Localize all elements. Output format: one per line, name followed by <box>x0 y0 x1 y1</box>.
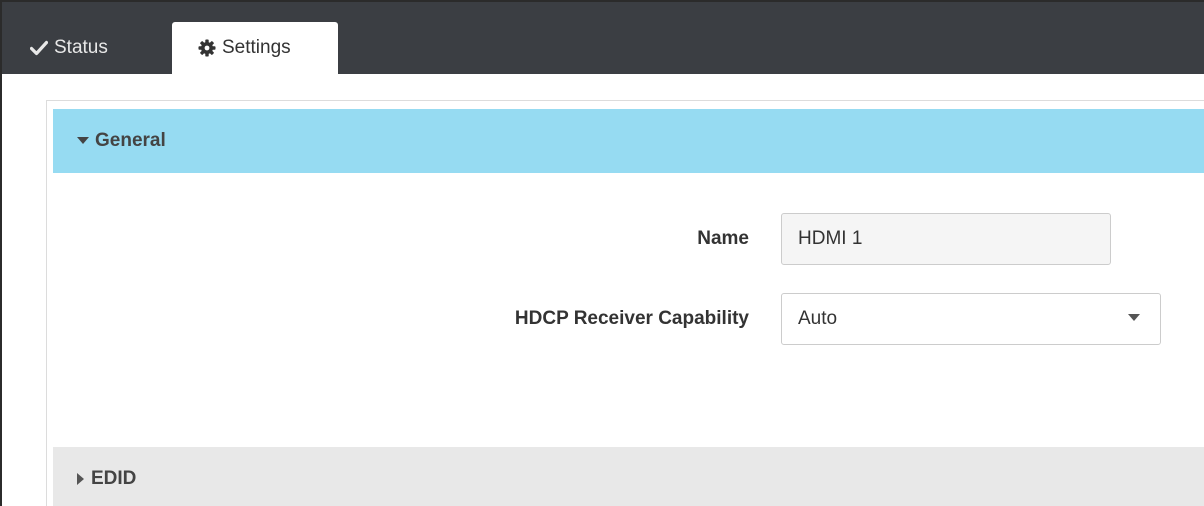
tab-settings-label: Settings <box>222 37 291 58</box>
settings-panel: General Name HDCP Receiver Capability Au… <box>46 100 1204 506</box>
tab-bar: Status Settings <box>2 2 1204 74</box>
general-section-title: General <box>95 130 166 151</box>
hdcp-label: HDCP Receiver Capability <box>514 308 749 329</box>
edid-section-title: EDID <box>91 468 137 489</box>
app-frame: Status Settings General Name HDMI 1 HDCP… <box>0 0 1204 506</box>
gear-icon <box>198 39 216 57</box>
name-label: Name <box>697 228 749 249</box>
hdcp-row: HDCP Receiver Capability Auto <box>47 293 1204 345</box>
tab-status-label: Status <box>54 37 108 58</box>
name-input[interactable] <box>781 213 1111 265</box>
tab-status[interactable]: Status <box>30 22 108 74</box>
hdcp-select[interactable]: Auto <box>781 293 1161 345</box>
tab-settings[interactable]: Settings <box>172 22 338 74</box>
caret-right-icon <box>77 473 85 485</box>
name-row: Name <box>47 213 1204 265</box>
dropdown-arrow-icon <box>1128 314 1140 321</box>
edid-section-header[interactable]: EDID <box>53 447 1204 506</box>
caret-down-icon <box>77 137 89 145</box>
general-section-header[interactable]: General <box>53 109 1204 173</box>
hdcp-selected-value: Auto <box>798 308 838 329</box>
check-icon <box>30 40 48 56</box>
